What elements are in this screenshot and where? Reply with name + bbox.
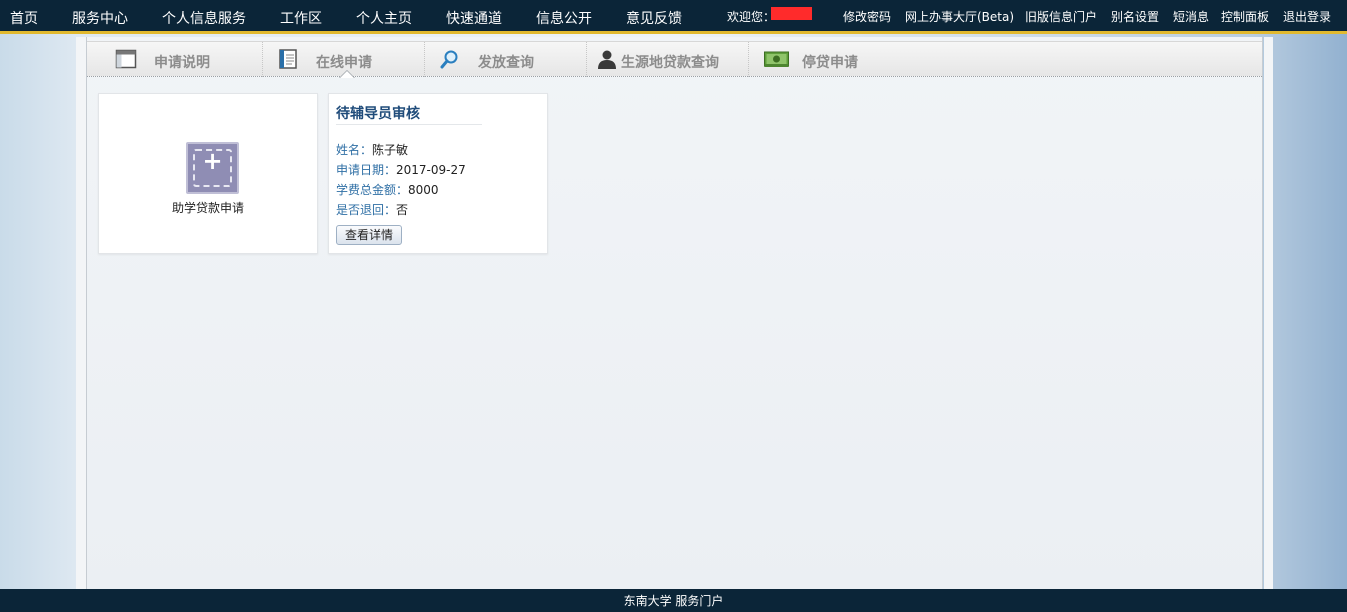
panel-left-gutter [76,37,86,597]
tab-disbursement-query[interactable]: 发放查询 [425,42,587,77]
application-status-card: 待辅导员审核 姓名：陈子敏 申请日期：2017-09-27 学费总金额：8000… [328,93,548,254]
date-label: 申请日期： [336,163,397,177]
magnifier-icon [440,50,458,69]
tab-label: 生源地贷款查询 [621,55,719,71]
amount-row: 学费总金额：8000 [336,181,439,198]
welcome-text: 欢迎您： [727,10,776,24]
old-portal-link[interactable]: 旧版信息门户 [1025,8,1097,25]
tab-bar: 申请说明 在线申请 发放查询 生源地贷款查询 停贷申请 [87,41,1262,77]
window-icon [115,49,137,69]
nav-quick-access[interactable]: 快速通道 [446,8,502,28]
change-password-link[interactable]: 修改密码 [843,8,891,25]
tab-origin-loan-query[interactable]: 生源地贷款查询 [587,42,749,77]
amount-value: 8000 [408,183,439,197]
tab-stop-loan[interactable]: 停贷申请 [749,42,911,77]
nav-feedback[interactable]: 意见反馈 [626,8,682,28]
loan-apply-card[interactable]: + 助学贷款申请 [98,93,318,254]
money-icon [764,51,789,67]
alias-settings-link[interactable]: 别名设置 [1111,8,1159,25]
tab-application-notes[interactable]: 申请说明 [101,42,263,77]
nav-homepage[interactable]: 个人主页 [356,8,412,28]
returned-row: 是否退回：否 [336,201,408,218]
logout-link[interactable]: 退出登录 [1283,8,1331,25]
top-navigation-bar: 首页 服务中心 个人信息服务 工作区 个人主页 快速通道 信息公开 意见反馈 欢… [0,0,1347,34]
nav-workspace[interactable]: 工作区 [280,8,322,28]
main-panel: 申请说明 在线申请 发放查询 生源地贷款查询 停贷申请 + 助学贷款申请 待辅导… [86,37,1263,597]
name-label: 姓名： [336,143,373,157]
document-icon [279,49,297,69]
nav-info-public[interactable]: 信息公开 [536,8,592,28]
footer: 东南大学 服务门户 [0,589,1347,612]
nav-service-center[interactable]: 服务中心 [72,8,128,28]
status-title: 待辅导员审核 [336,106,420,122]
nav-personal-info[interactable]: 个人信息服务 [162,8,246,28]
messages-link[interactable]: 短消息 [1173,8,1209,25]
tab-label: 停贷申请 [802,55,858,71]
person-icon [598,50,616,69]
tab-label: 在线申请 [316,55,372,71]
tab-label: 申请说明 [154,55,210,71]
date-row: 申请日期：2017-09-27 [336,161,466,178]
active-tab-pointer [340,71,354,78]
date-value: 2017-09-27 [396,163,466,177]
redacted-username [771,7,812,20]
divider [336,124,482,125]
amount-label: 学费总金额： [336,183,409,197]
returned-value: 否 [396,203,409,217]
name-row: 姓名：陈子敏 [336,141,408,158]
add-icon: + [186,142,239,194]
returned-label: 是否退回： [336,203,397,217]
name-value: 陈子敏 [372,143,409,157]
tab-label: 发放查询 [478,55,534,71]
online-hall-link[interactable]: 网上办事大厅(Beta) [905,8,1014,25]
panel-right-gutter [1264,37,1273,597]
loan-apply-label: 助学贷款申请 [171,201,244,215]
nav-home[interactable]: 首页 [10,8,38,28]
control-panel-link[interactable]: 控制面板 [1221,8,1269,25]
view-details-button[interactable]: 查看详情 [336,225,402,245]
